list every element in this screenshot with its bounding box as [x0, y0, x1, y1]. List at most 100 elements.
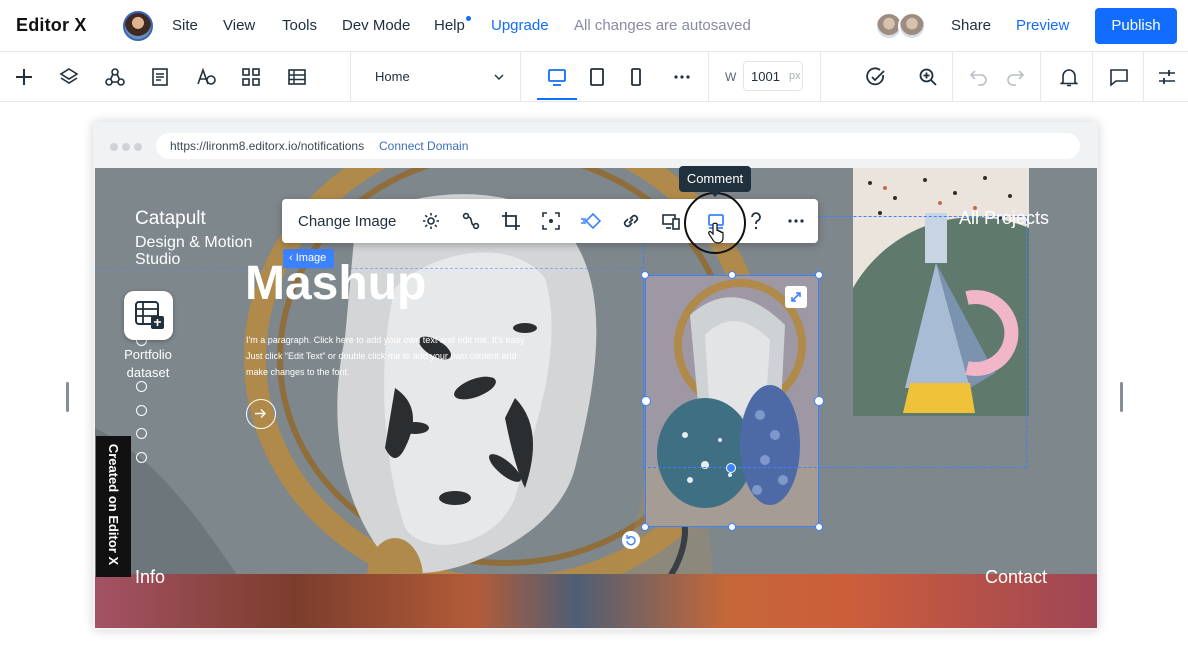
dataset-element[interactable]: [124, 291, 173, 340]
brand-tagline-1: Design & Motion: [135, 234, 253, 251]
slider-dot[interactable]: [136, 452, 147, 463]
top-bar: Editor X Site View Tools Dev Mode Help U…: [0, 0, 1188, 52]
right-resize-handle[interactable]: [1120, 382, 1123, 412]
resize-knob[interactable]: [641, 271, 649, 279]
arrow-right-icon: [255, 409, 266, 418]
pages-icon[interactable]: [149, 66, 171, 88]
desktop-icon[interactable]: [546, 66, 568, 88]
toolbar-divider: [708, 52, 709, 101]
toolbar-divider: [520, 52, 521, 101]
hand-cursor-icon: [708, 222, 724, 244]
mobile-icon[interactable]: [625, 66, 647, 88]
responsive-icon[interactable]: [660, 210, 682, 232]
redo-icon[interactable]: [1004, 66, 1026, 88]
comments-icon[interactable]: [1108, 66, 1130, 88]
focal-point-icon[interactable]: [540, 210, 562, 232]
dataset-label: Portfolio dataset: [124, 347, 172, 380]
tablet-icon[interactable]: [586, 66, 608, 88]
contact-link[interactable]: Contact: [985, 567, 1047, 588]
slider-dot[interactable]: [136, 405, 147, 416]
help-icon[interactable]: [745, 210, 767, 232]
cms-table-icon[interactable]: [286, 66, 308, 88]
toolbar-divider: [1040, 52, 1041, 101]
browser-dot: [122, 143, 130, 151]
width-label: W: [725, 70, 737, 84]
comment-tooltip: Comment: [679, 166, 751, 192]
resize-knob[interactable]: [815, 523, 823, 531]
zoom-icon[interactable]: [917, 66, 939, 88]
autosave-status: All changes are autosaved: [574, 17, 751, 34]
created-on-editor-x-badge[interactable]: Created on Editor X: [96, 436, 131, 577]
resize-knob[interactable]: [814, 396, 824, 406]
change-image-button[interactable]: Change Image: [298, 213, 396, 230]
theme-icon[interactable]: [195, 66, 217, 88]
inspector-settings-icon[interactable]: [1156, 66, 1178, 88]
connect-domain-link[interactable]: Connect Domain: [379, 139, 468, 153]
menu-view[interactable]: View: [223, 17, 255, 34]
editor-toolbar: Home W 1001 px: [0, 52, 1188, 102]
slider-dot[interactable]: [136, 381, 147, 392]
left-resize-handle[interactable]: [66, 382, 69, 412]
tooltip-arrow: [709, 191, 721, 197]
apps-icon[interactable]: [240, 66, 262, 88]
selected-element-tag[interactable]: ‹ Image: [283, 249, 334, 268]
page-selector[interactable]: Home: [375, 69, 410, 84]
toolbar-divider: [350, 52, 351, 101]
arrow-button[interactable]: [246, 399, 276, 429]
toolbar-divider: [1092, 52, 1093, 101]
layers-icon[interactable]: [58, 66, 80, 88]
resize-knob[interactable]: [728, 523, 736, 531]
add-icon[interactable]: [13, 66, 35, 88]
menu-dev-mode[interactable]: Dev Mode: [342, 17, 410, 34]
help-notification-dot: [466, 16, 471, 21]
toolbar-divider: [952, 52, 953, 101]
resize-knob[interactable]: [728, 271, 736, 279]
preview-button[interactable]: Preview: [1016, 17, 1069, 34]
hero-paragraph[interactable]: I'm a paragraph. Click here to add your …: [246, 332, 538, 380]
menu-upgrade[interactable]: Upgrade: [491, 17, 549, 34]
more-actions-icon[interactable]: [785, 210, 807, 232]
collaborator-avatar[interactable]: [898, 12, 926, 40]
footer-strip: [95, 574, 1097, 628]
width-value[interactable]: 1001: [751, 69, 780, 84]
browser-dot: [134, 143, 142, 151]
width-unit: px: [789, 70, 801, 82]
info-link[interactable]: Info: [135, 567, 165, 588]
notifications-bell-icon[interactable]: [1058, 66, 1080, 88]
menu-tools[interactable]: Tools: [282, 17, 317, 34]
brand-tagline-2: Studio: [135, 251, 181, 268]
badge-text: Created on Editor X: [106, 443, 121, 566]
toolbar-divider: [820, 52, 821, 101]
rotate-handle[interactable]: [622, 531, 640, 549]
connections-icon[interactable]: [104, 66, 126, 88]
undo-icon[interactable]: [968, 66, 990, 88]
connect-to-data-icon[interactable]: [460, 210, 482, 232]
dataset-icon: [135, 301, 164, 329]
site-check-icon[interactable]: [865, 66, 887, 88]
hero-heading[interactable]: Mashup: [245, 256, 426, 311]
selection-box: [645, 275, 819, 527]
slider-dot[interactable]: [136, 428, 147, 439]
share-button[interactable]: Share: [951, 17, 991, 34]
resize-knob[interactable]: [641, 396, 651, 406]
rotate-icon: [626, 535, 636, 546]
link-icon[interactable]: [620, 210, 642, 232]
chevron-down-icon[interactable]: [493, 71, 505, 83]
settings-gear-icon[interactable]: [420, 210, 442, 232]
more-breakpoints-icon[interactable]: [671, 66, 693, 88]
user-avatar[interactable]: [123, 11, 153, 41]
publish-button[interactable]: Publish: [1095, 8, 1177, 44]
toolbar-divider: [1143, 52, 1144, 101]
menu-help[interactable]: Help: [434, 17, 465, 34]
animation-icon[interactable]: [580, 210, 602, 232]
menu-site[interactable]: Site: [172, 17, 198, 34]
all-projects-link[interactable]: All Projects: [959, 208, 1049, 229]
center-knob[interactable]: [726, 463, 736, 473]
site-url: https://lironm8.editorx.io/notifications: [170, 139, 365, 153]
active-device-indicator: [537, 98, 577, 100]
crop-icon[interactable]: [500, 210, 522, 232]
expand-button[interactable]: [785, 286, 807, 308]
resize-knob[interactable]: [641, 523, 649, 531]
resize-knob[interactable]: [815, 271, 823, 279]
brand-name: Catapult: [135, 208, 206, 229]
